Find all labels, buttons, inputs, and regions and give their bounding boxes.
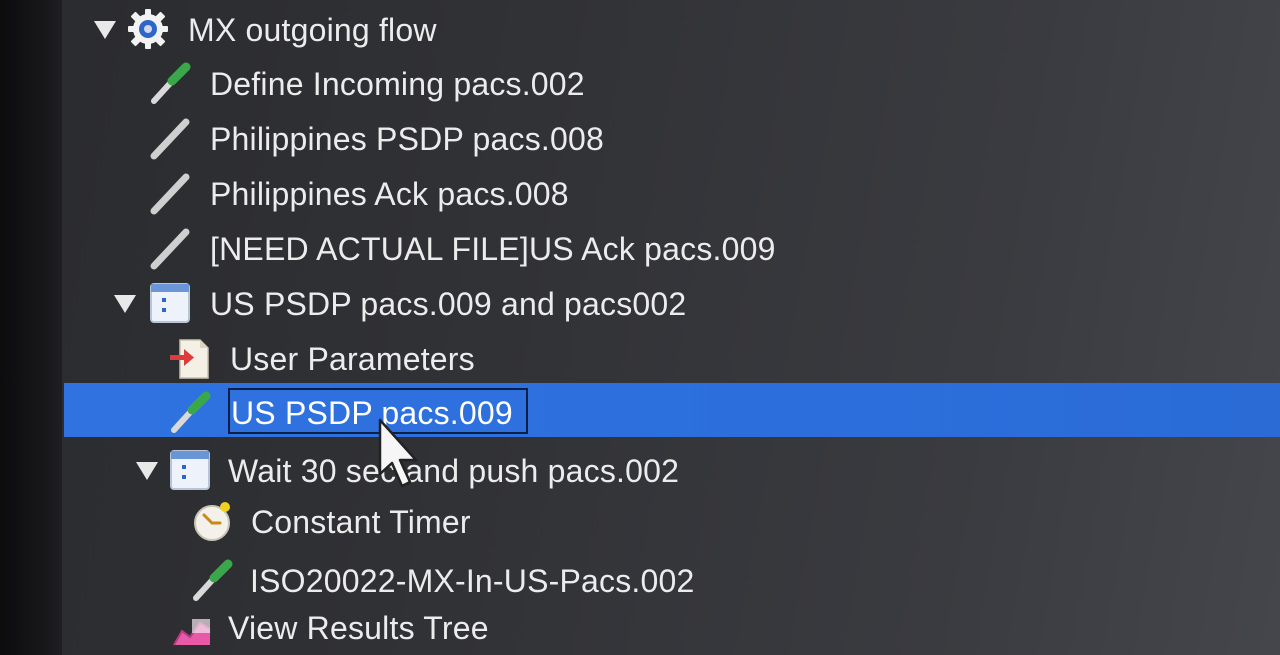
- tree-node-label: Philippines PSDP pacs.008: [210, 121, 604, 157]
- tree-node-label: View Results Tree: [228, 610, 489, 646]
- tree-node-constant-timer[interactable]: Constant Timer: [0, 494, 1280, 548]
- pipette-disabled-icon: [148, 226, 192, 270]
- tree-node-us-psdp-controller[interactable]: US PSDP pacs.009 and pacs002: [0, 276, 1280, 330]
- tree-node-view-results-tree[interactable]: View Results Tree: [0, 600, 1280, 654]
- tree-node-us-ack-pacs009[interactable]: [NEED ACTUAL FILE]US Ack pacs.009: [0, 221, 1280, 275]
- tree-node-label: US PSDP pacs.009 and pacs002: [210, 286, 687, 322]
- tree-node-philippines-psdp-pacs008[interactable]: Philippines PSDP pacs.008: [0, 111, 1280, 165]
- pipette-disabled-icon: [148, 171, 192, 215]
- pipette-icon: [168, 390, 212, 434]
- mouse-cursor-icon: [378, 418, 422, 490]
- tree-node-philippines-ack-pacs008[interactable]: Philippines Ack pacs.008: [0, 166, 1280, 220]
- controller-icon: [168, 448, 212, 492]
- tree-node-label: Constant Timer: [251, 504, 471, 540]
- tree-node-label: Philippines Ack pacs.008: [210, 176, 569, 212]
- pipette-disabled-icon: [148, 116, 192, 160]
- tree-node-label: Wait 30 sec and push pacs.002: [228, 453, 680, 489]
- chart-icon: [170, 605, 214, 649]
- timer-icon: [190, 499, 234, 543]
- tree-node-label: ISO20022-MX-In-US-Pacs.002: [250, 563, 695, 599]
- gear-icon: [126, 7, 170, 51]
- tree-node-wait-controller[interactable]: Wait 30 sec and push pacs.002: [0, 443, 1280, 497]
- user-parameters-icon: [168, 336, 212, 380]
- collapse-toggle-icon[interactable]: [136, 462, 158, 480]
- pipette-icon: [190, 558, 234, 602]
- tree-node-mx-outgoing-flow[interactable]: MX outgoing flow: [0, 2, 1280, 56]
- tree-node-define-incoming-pacs002[interactable]: Define Incoming pacs.002: [0, 56, 1280, 110]
- tree-node-us-psdp-pacs009[interactable]: US PSDP pacs.009: [0, 385, 1280, 439]
- tree-node-label: US PSDP pacs.009: [231, 395, 513, 431]
- jmeter-tree-screen: MX outgoing flow Define Incoming pacs.00…: [0, 0, 1280, 655]
- tree-node-iso20022-pacs002[interactable]: ISO20022-MX-In-US-Pacs.002: [0, 553, 1280, 607]
- test-plan-tree: MX outgoing flow Define Incoming pacs.00…: [0, 0, 1280, 655]
- tree-node-label: MX outgoing flow: [188, 12, 437, 48]
- pipette-icon: [148, 61, 192, 105]
- controller-icon: [148, 281, 192, 325]
- collapse-toggle-icon[interactable]: [114, 295, 136, 313]
- tree-node-label: User Parameters: [230, 341, 475, 377]
- tree-node-user-parameters[interactable]: User Parameters: [0, 331, 1280, 385]
- tree-node-label: [NEED ACTUAL FILE]US Ack pacs.009: [210, 231, 776, 267]
- tree-node-label: Define Incoming pacs.002: [210, 66, 585, 102]
- collapse-toggle-icon[interactable]: [94, 21, 116, 39]
